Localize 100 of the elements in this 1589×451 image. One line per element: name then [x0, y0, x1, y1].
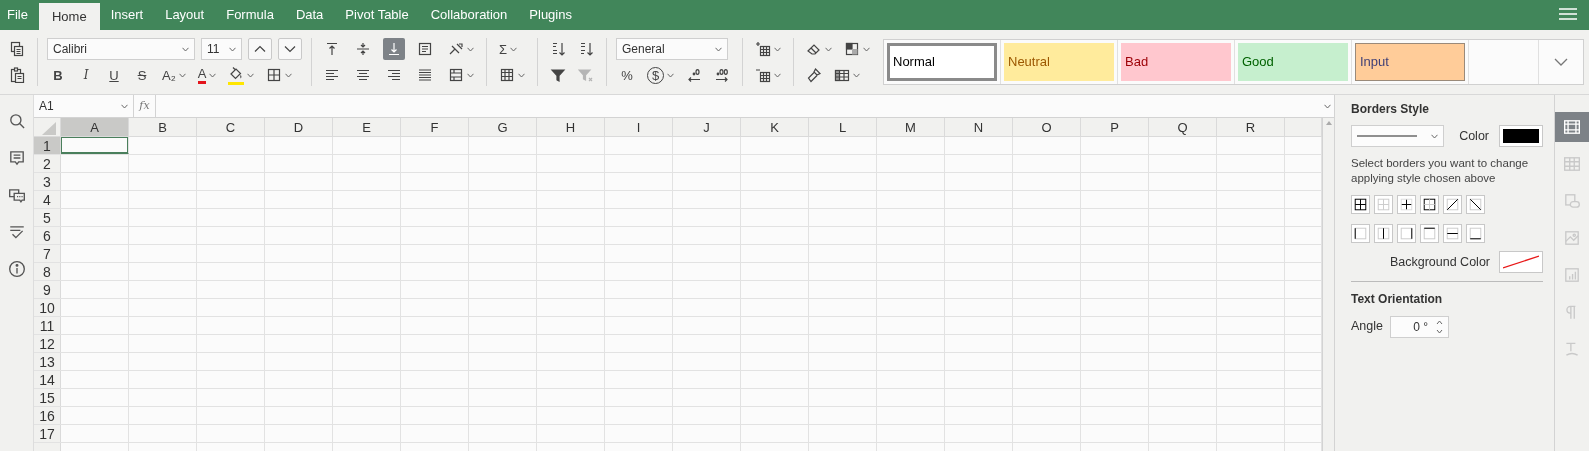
border-color-swatch[interactable]: [1499, 125, 1543, 148]
text-orientation-icon: [448, 41, 464, 57]
cell-style-tile[interactable]: Input: [1355, 43, 1465, 81]
strikethrough-button[interactable]: S: [131, 64, 153, 86]
number-format-select[interactable]: General: [616, 38, 728, 60]
column-header[interactable]: B: [129, 118, 197, 136]
menu-tab[interactable]: Insert: [99, 0, 155, 30]
column-header[interactable]: R: [1217, 118, 1285, 136]
row-header[interactable]: 7: [34, 245, 61, 262]
menu-tab[interactable]: Data: [284, 0, 335, 30]
comment-icon[interactable]: [7, 149, 26, 167]
row-header[interactable]: 13: [34, 353, 61, 370]
diagonal-up-button[interactable]: [1443, 195, 1462, 215]
border-all-button[interactable]: [1351, 195, 1370, 215]
angle-field[interactable]: 0 °: [1390, 315, 1449, 338]
menu-tab[interactable]: Layout: [154, 0, 216, 30]
section-title: Borders Style: [1351, 102, 1431, 117]
row-header[interactable]: 11: [34, 317, 61, 334]
row-header[interactable]: 10: [34, 299, 61, 316]
spellcheck-icon[interactable]: [7, 223, 26, 241]
line-style-select[interactable]: [1351, 125, 1444, 148]
menu-icon[interactable]: [1559, 7, 1577, 20]
bold-button[interactable]: B: [47, 64, 69, 86]
diagonal-down-button[interactable]: [1466, 195, 1485, 215]
border-outer-button[interactable]: [1420, 195, 1439, 215]
row-header[interactable]: 2: [34, 155, 61, 172]
vertical-scrollbar[interactable]: [1322, 118, 1334, 451]
subscript-button[interactable]: A₂: [159, 64, 189, 86]
function-label[interactable]: fx: [134, 95, 156, 117]
column-header[interactable]: F: [401, 118, 469, 136]
column-header[interactable]: H: [537, 118, 605, 136]
column-header[interactable]: G: [469, 118, 537, 136]
justify-icon: [417, 67, 433, 83]
column-header[interactable]: L: [809, 118, 877, 136]
column-header[interactable]: C: [197, 118, 265, 136]
border-inner-horizontal-button[interactable]: [1443, 224, 1462, 244]
column-header[interactable]: J: [673, 118, 741, 136]
column-header[interactable]: Q: [1149, 118, 1217, 136]
border-left-button[interactable]: [1351, 224, 1370, 244]
border-bottom-button[interactable]: [1466, 224, 1485, 244]
row-header[interactable]: 6: [34, 227, 61, 244]
border-right-button[interactable]: [1397, 224, 1416, 244]
cell-style-tile[interactable]: Good: [1238, 43, 1348, 81]
row-header[interactable]: 5: [34, 209, 61, 226]
increase-size-button[interactable]: [248, 38, 272, 60]
caret-icon: [715, 46, 722, 52]
diagonal-up-icon: [1446, 198, 1459, 212]
caret-icon: [774, 72, 781, 78]
caret-icon: [121, 103, 128, 109]
cell-style-tile[interactable]: Bad: [1121, 43, 1231, 81]
sum-button[interactable]: Σ: [496, 38, 521, 60]
active-cell[interactable]: [61, 137, 129, 154]
info-icon[interactable]: [7, 260, 26, 278]
row-header[interactable]: 12: [34, 335, 61, 352]
background-color-swatch[interactable]: [1499, 251, 1543, 274]
italic-button[interactable]: I: [75, 64, 97, 86]
cell-style-tile[interactable]: Neutral: [1004, 43, 1114, 81]
chat-icon[interactable]: [7, 186, 26, 204]
underline-button[interactable]: U: [103, 64, 125, 86]
diagonal-down-icon: [1469, 198, 1482, 212]
percent-button[interactable]: %: [616, 64, 638, 86]
row-header[interactable]: 4: [34, 191, 61, 208]
name-box[interactable]: A1: [34, 95, 134, 117]
column-header[interactable]: E: [333, 118, 401, 136]
menu-tab[interactable]: Plugins: [518, 0, 583, 30]
row-header[interactable]: 9: [34, 281, 61, 298]
border-top-button[interactable]: [1420, 224, 1439, 244]
row-header[interactable]: 8: [34, 263, 61, 280]
font-size-select[interactable]: 11: [201, 38, 242, 60]
column-header[interactable]: I: [605, 118, 673, 136]
menu-tab[interactable]: Formula: [215, 0, 285, 30]
cell-style-tile[interactable]: Normal: [887, 43, 997, 81]
caret-icon: [825, 46, 832, 52]
font-color-button[interactable]: A: [194, 64, 220, 86]
row-header[interactable]: 17: [34, 425, 61, 442]
search-icon[interactable]: [7, 112, 26, 130]
currency-button[interactable]: $: [644, 64, 677, 86]
column-header[interactable]: D: [265, 118, 333, 136]
menu-tab[interactable]: File: [0, 0, 39, 30]
caret-icon: [518, 72, 525, 78]
row-header[interactable]: 15: [34, 389, 61, 406]
menu-tab[interactable]: Collaboration: [419, 0, 519, 30]
menu-tab[interactable]: Pivot Table: [334, 0, 420, 30]
align-bottom-icon: [386, 41, 402, 57]
menu-tab[interactable]: Home: [38, 3, 100, 30]
column-header[interactable]: N: [945, 118, 1013, 136]
row-header[interactable]: 3: [34, 173, 61, 190]
border-inner-vertical-button[interactable]: [1374, 224, 1393, 244]
font-select[interactable]: Calibri: [47, 38, 195, 60]
column-header[interactable]: K: [741, 118, 809, 136]
decrease-size-button[interactable]: [278, 38, 302, 60]
column-header[interactable]: A: [61, 118, 129, 136]
row-header[interactable]: 14: [34, 371, 61, 388]
align-bottom-button[interactable]: [383, 38, 405, 60]
column-header[interactable]: O: [1013, 118, 1081, 136]
row-header[interactable]: 16: [34, 407, 61, 424]
border-inner-button[interactable]: [1397, 195, 1416, 215]
column-header[interactable]: M: [877, 118, 945, 136]
side-tab[interactable]: [1555, 112, 1589, 142]
column-header[interactable]: P: [1081, 118, 1149, 136]
